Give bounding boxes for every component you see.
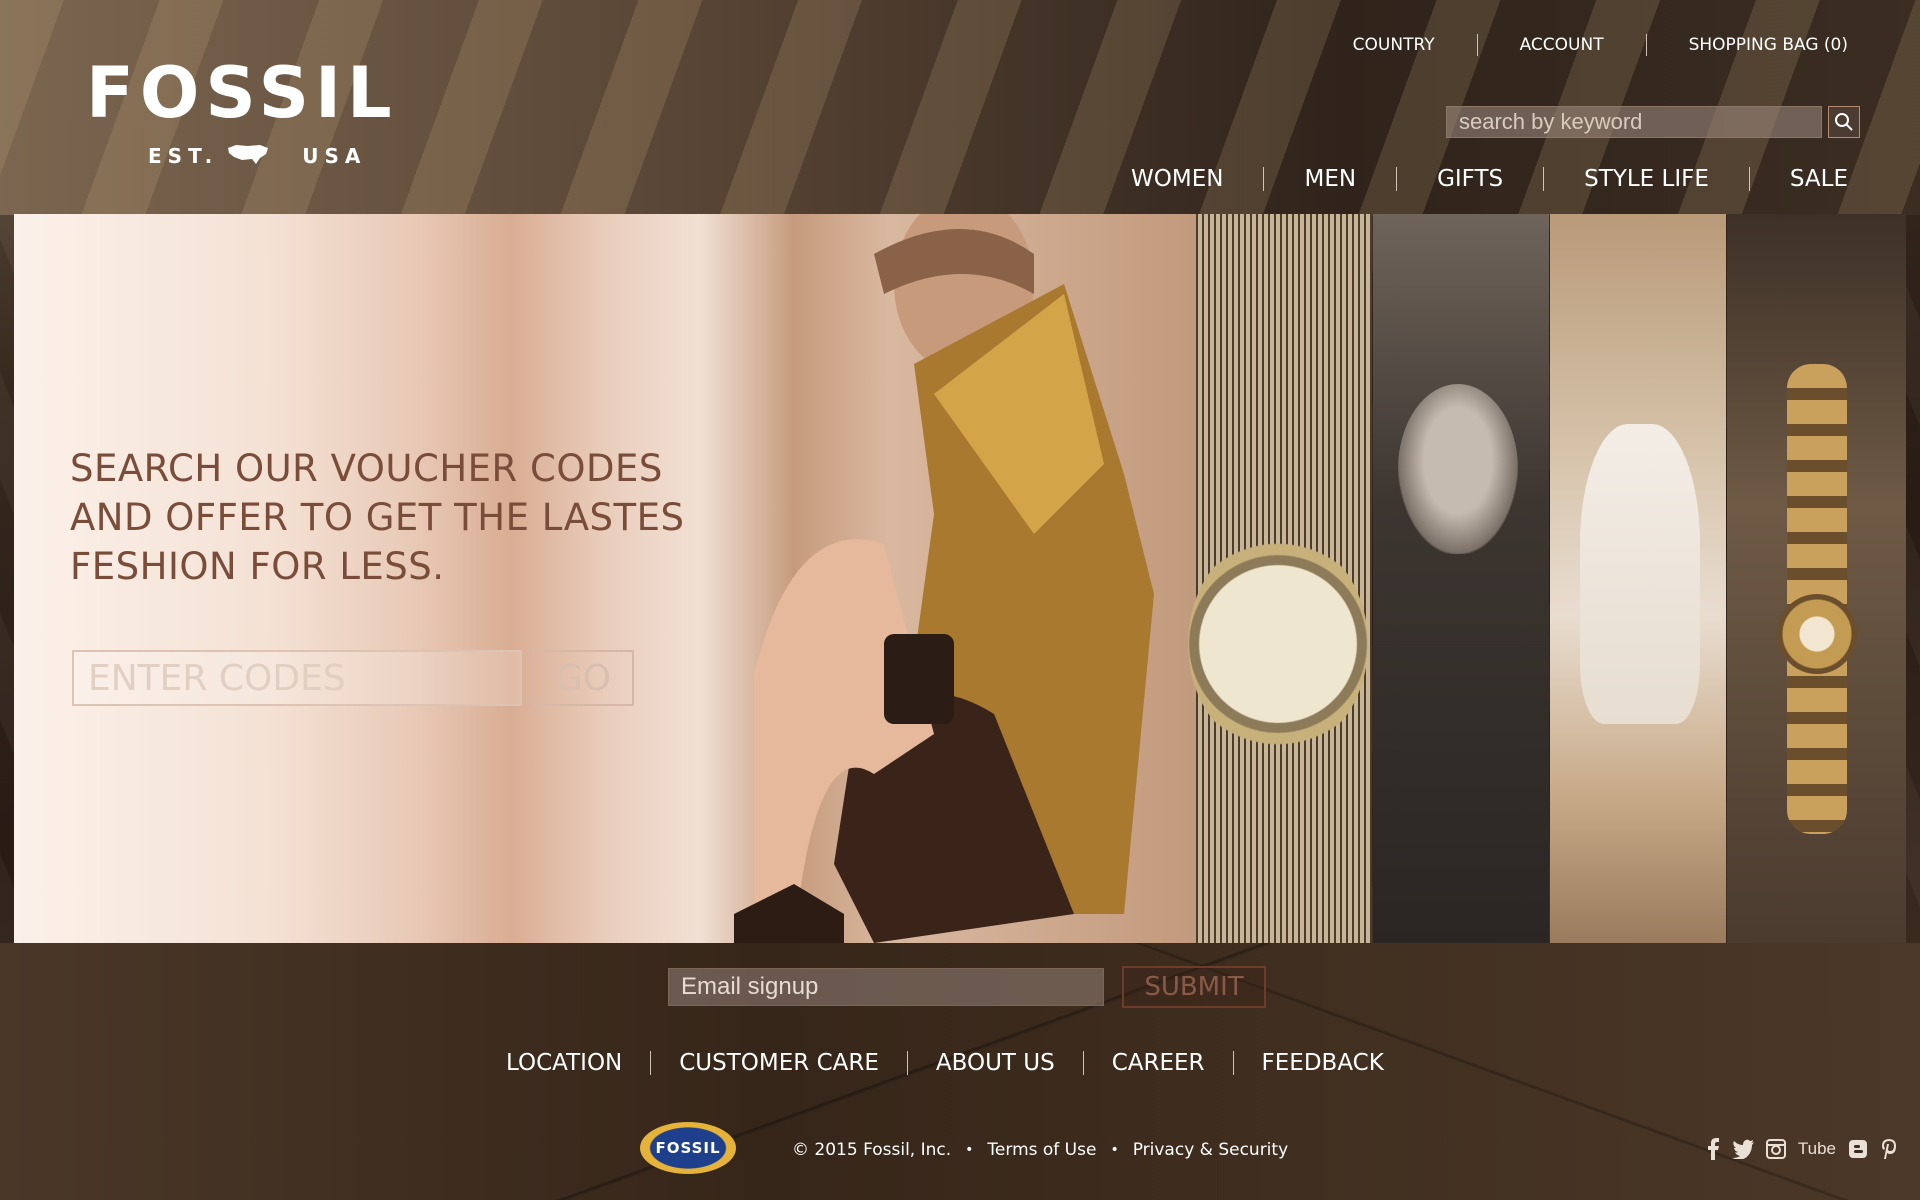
pocket-watch-image <box>1188 534 1368 754</box>
authentic-fossil-badge: FOSSIL <box>640 1122 736 1174</box>
email-signup-input[interactable] <box>668 968 1104 1006</box>
util-country-link[interactable]: COUNTRY <box>1311 35 1477 55</box>
gold-chain-panel[interactable] <box>1727 214 1906 943</box>
footer-about-us-link[interactable]: ABOUT US <box>908 1050 1083 1076</box>
magnifier-icon <box>1835 113 1853 131</box>
logo-wordmark: FOSSIL <box>86 52 398 134</box>
pendant-image <box>1777 594 1857 674</box>
util-shopping-bag-link[interactable]: SHOPPING BAG (0) <box>1647 35 1848 55</box>
search-input[interactable] <box>1446 106 1822 138</box>
white-dress-panel[interactable] <box>1550 214 1726 943</box>
facebook-icon[interactable] <box>1706 1138 1720 1160</box>
hero-main-image: SEARCH OUR VOUCHER CODES AND OFFER TO GE… <box>14 214 1196 943</box>
white-dress-image <box>1580 424 1700 724</box>
pinterest-icon[interactable] <box>1880 1138 1898 1160</box>
footer-nav: LOCATION CUSTOMER CARE ABOUT US CAREER F… <box>488 1050 1412 1076</box>
usa-map-icon <box>228 145 268 164</box>
logo-tagline-left: EST. <box>148 144 219 168</box>
badge-text: FOSSIL <box>655 1139 721 1157</box>
search-button[interactable] <box>1828 106 1860 138</box>
nav-women[interactable]: WOMEN <box>1091 166 1263 192</box>
footer-location-link[interactable]: LOCATION <box>488 1050 650 1076</box>
legal-links: © 2015 Fossil, Inc. • Terms of Use • Pri… <box>792 1140 1288 1160</box>
headline-line: SEARCH OUR VOUCHER CODES <box>70 447 663 490</box>
main-nav: WOMEN MEN GIFTS STYLE LIFE SALE <box>1091 166 1848 192</box>
bullet-separator: • <box>1110 1142 1119 1158</box>
hero-banner: SEARCH OUR VOUCHER CODES AND OFFER TO GE… <box>14 214 1906 943</box>
utility-nav: COUNTRY ACCOUNT SHOPPING BAG (0) <box>1311 34 1848 56</box>
voucher-headline: SEARCH OUR VOUCHER CODES AND OFFER TO GE… <box>70 444 750 591</box>
copyright-text: © 2015 Fossil, Inc. <box>792 1140 952 1160</box>
blogger-icon[interactable] <box>1848 1139 1868 1159</box>
youtube-icon[interactable]: Tube <box>1798 1139 1836 1159</box>
nav-style-life[interactable]: STYLE LIFE <box>1544 166 1749 192</box>
logo-tagline-right: USA <box>302 144 367 168</box>
portrait-panel[interactable] <box>1373 214 1549 943</box>
portrait-image <box>1398 384 1518 554</box>
privacy-security-link[interactable]: Privacy & Security <box>1133 1140 1288 1160</box>
voucher-code-form: GO <box>72 650 634 706</box>
footer-feedback-link[interactable]: FEEDBACK <box>1234 1050 1412 1076</box>
go-button[interactable]: GO <box>532 650 634 706</box>
nav-men[interactable]: MEN <box>1264 166 1396 192</box>
bullet-separator: • <box>965 1142 974 1158</box>
util-account-link[interactable]: ACCOUNT <box>1478 35 1646 55</box>
nav-gifts[interactable]: GIFTS <box>1397 166 1543 192</box>
twitter-icon[interactable] <box>1731 1139 1754 1159</box>
voucher-code-input[interactable] <box>72 650 522 706</box>
terms-of-use-link[interactable]: Terms of Use <box>987 1140 1096 1160</box>
fashion-model-image <box>734 214 1154 943</box>
nav-sale[interactable]: SALE <box>1750 166 1848 192</box>
headline-line: AND OFFER TO GET THE LASTES <box>70 496 685 539</box>
headline-line: FESHION FOR LESS. <box>70 545 445 588</box>
fossil-logo[interactable]: FOSSIL EST. USA <box>86 58 406 176</box>
submit-button[interactable]: SUBMIT <box>1122 966 1266 1008</box>
social-links: Tube <box>1706 1138 1898 1160</box>
pocket-watch-panel[interactable] <box>1188 214 1372 943</box>
footer-career-link[interactable]: CAREER <box>1084 1050 1233 1076</box>
instagram-icon[interactable] <box>1765 1139 1786 1159</box>
newsletter-form: SUBMIT <box>668 966 1266 1008</box>
site-search <box>1446 106 1860 138</box>
footer-customer-care-link[interactable]: CUSTOMER CARE <box>651 1050 907 1076</box>
